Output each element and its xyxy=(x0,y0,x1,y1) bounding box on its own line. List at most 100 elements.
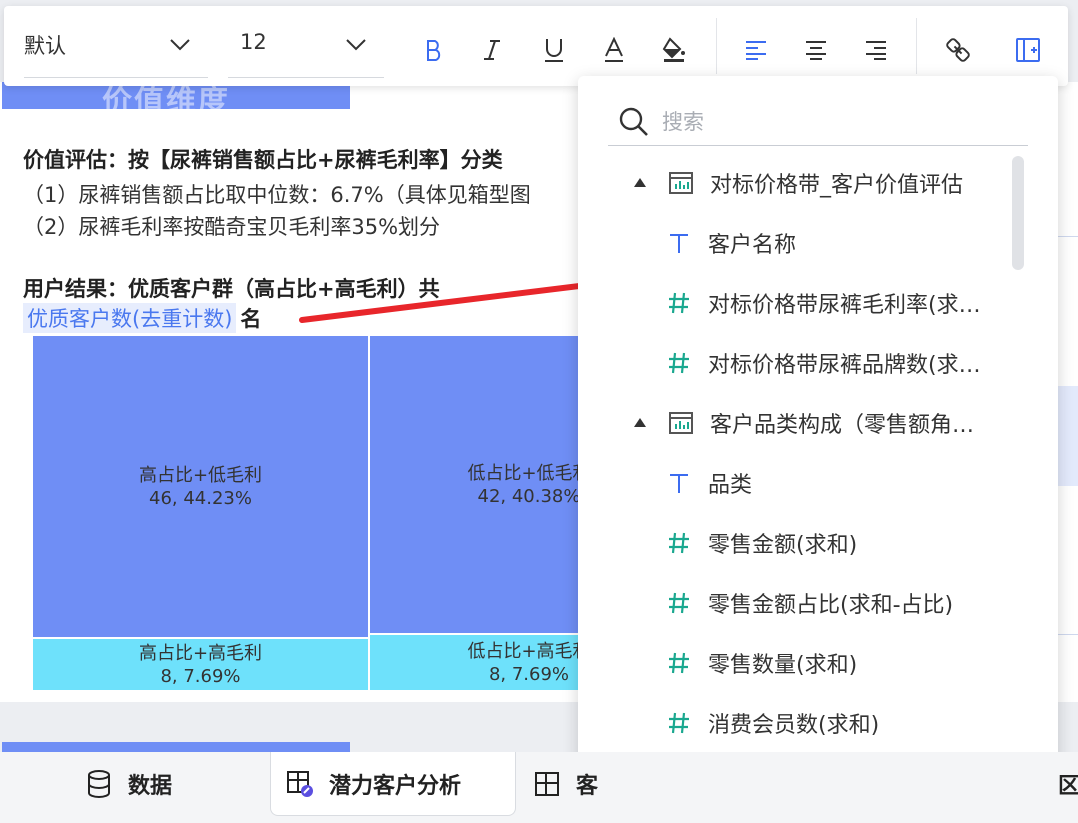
tab-data[interactable]: 数据 xyxy=(84,752,172,816)
grid-band xyxy=(1058,386,1078,486)
treemap-cell[interactable]: 高占比+低毛利 46, 44.23% xyxy=(32,335,369,638)
field-group-item[interactable]: 客户品类构成（零售额角… xyxy=(666,393,1058,453)
field-label: 对标价格带_客户价值评估 xyxy=(710,173,964,198)
underline-button[interactable] xyxy=(536,32,572,68)
database-icon xyxy=(84,769,114,799)
treemap-cell-value: 8, 7.69% xyxy=(160,665,241,687)
text-line-1[interactable]: 价值评估：按【尿裤销售额占比+尿裤毛利率】分类 xyxy=(23,144,503,174)
field-item[interactable]: 对标价格带尿裤毛利率(求… xyxy=(664,273,1058,333)
format-toolbar: 默认 12 xyxy=(4,6,1068,86)
field-label: 对标价格带尿裤毛利率(求… xyxy=(708,293,981,318)
field-group-item[interactable]: 对标价格带_客户价值评估 xyxy=(666,153,1058,213)
table-icon xyxy=(666,168,696,198)
tab-label: 客 xyxy=(576,774,599,799)
search-placeholder: 搜索 xyxy=(662,110,704,134)
card-header: 价值维度 xyxy=(2,82,350,119)
text-line-5-suffix: 名 xyxy=(240,307,262,331)
grid-line xyxy=(1058,634,1078,635)
tab-potential-customer-analysis[interactable]: 潜力客户分析 xyxy=(270,752,516,816)
tab-customer[interactable]: 客 xyxy=(532,752,598,816)
insert-field-icon xyxy=(1016,38,1040,62)
treemap-cell[interactable]: 高占比+高毛利 8, 7.69% xyxy=(32,638,369,691)
text-line-4[interactable]: 用户结果：优质客户群（高占比+高毛利）共 xyxy=(23,273,440,303)
font-color-icon xyxy=(605,37,623,62)
tab-label: 潜力客户分析 xyxy=(329,773,462,799)
field-label: 零售数量(求和) xyxy=(708,653,858,678)
text-field-icon xyxy=(664,468,694,498)
fill-color-button[interactable] xyxy=(656,32,692,68)
field-label: 零售金额占比(求和-占比) xyxy=(708,593,954,618)
field-label: 对标价格带尿裤品牌数(求… xyxy=(708,353,981,378)
number-field-icon xyxy=(664,588,694,618)
align-right-button[interactable] xyxy=(858,32,894,68)
field-item[interactable]: 品类 xyxy=(664,453,1058,513)
field-item[interactable]: 客户名称 xyxy=(664,213,1058,273)
expand-triangle-icon[interactable] xyxy=(634,178,646,187)
dashboard-icon xyxy=(532,769,562,799)
number-field-icon xyxy=(664,348,694,378)
tab-label: 数据 xyxy=(128,774,173,799)
font-color-button[interactable] xyxy=(596,32,632,68)
tab-label: 区 xyxy=(1058,774,1078,799)
font-size-select[interactable]: 12 xyxy=(228,24,384,78)
number-field-icon xyxy=(664,708,694,738)
align-left-button[interactable] xyxy=(738,32,774,68)
text-line-3[interactable]: （2）尿裤毛利率按酷奇宝贝毛利率35%划分 xyxy=(23,211,440,241)
chevron-down-icon xyxy=(346,39,366,51)
field-label: 客户名称 xyxy=(708,233,797,258)
dashboard-icon xyxy=(285,769,315,799)
italic-button[interactable] xyxy=(474,32,510,68)
align-right-icon xyxy=(866,41,886,60)
chevron-down-icon xyxy=(170,39,190,51)
second-card-header xyxy=(2,742,350,752)
italic-icon xyxy=(484,40,500,60)
field-label: 客户品类构成（零售额角… xyxy=(710,413,975,438)
toolbar-divider xyxy=(916,18,917,74)
treemap-cell-value: 46, 44.23% xyxy=(149,487,252,509)
field-item[interactable]: 零售金额(求和) xyxy=(664,513,1058,573)
number-field-icon xyxy=(664,648,694,678)
text-field-icon xyxy=(664,228,694,258)
inserted-field-tag[interactable]: 优质客户数(去重计数) xyxy=(23,303,237,333)
search-icon xyxy=(619,107,648,136)
toolbar-divider xyxy=(716,18,717,74)
text-line-2[interactable]: （1）尿裤销售额占比取中位数：6.7%（具体见箱型图 xyxy=(23,179,531,209)
field-label: 零售金额(求和) xyxy=(708,533,858,558)
underline-icon xyxy=(545,39,563,62)
treemap-cell-value: 8, 7.69% xyxy=(488,663,570,685)
field-label: 消费会员数(求和) xyxy=(708,713,880,738)
font-family-value: 默认 xyxy=(24,34,66,58)
field-item[interactable]: 零售金额占比(求和-占比) xyxy=(664,573,1058,633)
align-center-icon xyxy=(806,41,826,60)
bold-icon xyxy=(427,40,441,61)
align-center-button[interactable] xyxy=(798,32,834,68)
expand-triangle-icon[interactable] xyxy=(634,418,646,427)
field-search[interactable]: 搜索 xyxy=(608,94,1028,146)
treemap-cell-value: 42, 40.38% xyxy=(477,485,581,507)
treemap-cell-label: 高占比+高毛利 xyxy=(138,642,263,664)
field-picker-panel: 搜索 对标价格带_客户价值评估 客户名称对标价格带尿裤毛利率(求… 对标价格带尿裤品… xyxy=(578,76,1058,823)
align-left-icon xyxy=(746,41,766,60)
treemap-cell-label: 高占比+低毛利 xyxy=(138,464,263,486)
link-icon xyxy=(946,38,970,62)
field-label: 品类 xyxy=(708,473,753,498)
number-field-icon xyxy=(664,528,694,558)
field-item[interactable]: 零售数量(求和) xyxy=(664,633,1058,693)
font-family-select[interactable]: 默认 xyxy=(24,24,208,78)
field-item[interactable]: 消费会员数(求和) xyxy=(664,693,1058,753)
font-size-value: 12 xyxy=(240,30,267,54)
bold-button[interactable] xyxy=(416,32,452,68)
treemap-chart[interactable]: 高占比+低毛利 46, 44.23% 高占比+高毛利 8, 7.69% 低占比+… xyxy=(32,335,689,691)
grid-line xyxy=(1058,236,1078,237)
treemap-cell-label: 低占比+低毛利 xyxy=(467,462,591,484)
treemap-cell-label: 低占比+高毛利 xyxy=(467,640,591,662)
insert-field-button[interactable] xyxy=(1010,32,1046,68)
table-icon xyxy=(666,408,696,438)
fill-color-icon xyxy=(662,37,685,62)
inserted-field-line[interactable]: 优质客户数(去重计数) 名 xyxy=(23,302,261,334)
field-item[interactable]: 对标价格带尿裤品牌数(求… xyxy=(664,333,1058,393)
tab-region[interactable]: 区 xyxy=(1058,752,1078,816)
link-button[interactable] xyxy=(940,32,976,68)
number-field-icon xyxy=(664,288,694,318)
sheet-tab-bar: 数据 潜力客户分析 客 区 xyxy=(0,752,1078,823)
